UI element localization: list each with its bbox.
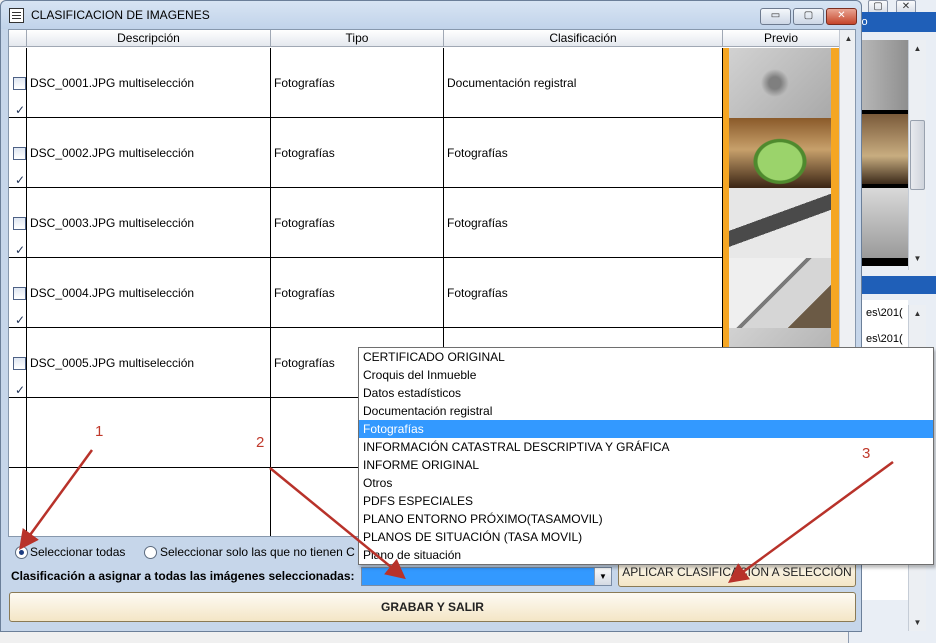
maximize-button[interactable]: ▢ [793,8,824,25]
row-checkbox-cell [9,468,27,536]
classification-dropdown: CERTIFICADO ORIGINAL Croquis del Inmueble… [358,347,934,565]
dropdown-option[interactable]: PLANO ENTORNO PRÓXIMO(TASAMOVIL) [359,510,933,528]
classification-combo[interactable]: ▼ [361,567,612,586]
dropdown-option[interactable]: Otros [359,474,933,492]
header-tipo[interactable]: Tipo [271,30,444,47]
save-and-exit-button[interactable]: GRABAR Y SALIR [9,592,856,622]
header-previo[interactable]: Previo [723,30,839,47]
cell-clasificacion[interactable]: Fotografías [444,118,723,188]
dropdown-option[interactable]: PLANOS DE SITUACIÓN (TASA MOVIL) [359,528,933,546]
table-row[interactable]: DSC_0002.JPG multiselección Fotografías … [9,118,839,188]
dropdown-option[interactable]: Plano de situación [359,546,933,564]
cell-descripcion[interactable]: DSC_0005.JPG multiselección [27,328,271,398]
row-checkbox-cell [9,398,27,468]
row-checkbox-cell [9,328,27,398]
preview-cell [723,258,839,328]
cell-tipo[interactable]: Fotografías [271,118,444,188]
row-checkbox[interactable] [13,75,26,118]
select-unclassified-radio[interactable] [144,546,157,559]
dropdown-option[interactable]: INFORME ORIGINAL [359,456,933,474]
preview-image[interactable] [729,118,831,188]
dropdown-option[interactable]: Croquis del Inmueble [359,366,933,384]
annotation-1: 1 [95,423,104,440]
row-checkbox-cell [9,188,27,258]
row-checkbox-cell [9,118,27,188]
row-checkbox-cell [9,48,27,118]
header-descripcion[interactable]: Descripción [27,30,271,47]
app-icon [9,8,24,23]
bg-scroll-thumb[interactable] [910,120,925,190]
preview-cell [723,188,839,258]
dialog-title: CLASIFICACION DE IMAGENES [31,8,210,22]
title-bar: CLASIFICACION DE IMAGENES ▭ ▢ ✕ [1,1,861,29]
bg-section-header [852,276,936,294]
row-checkbox[interactable] [13,285,26,328]
row-checkbox[interactable] [13,145,26,188]
minimize-button[interactable]: ▭ [760,8,791,25]
select-unclassified-label[interactable]: Seleccionar solo las que no tienen C [160,545,355,559]
cell-clasificacion[interactable]: Documentación registral [444,48,723,118]
annotation-2: 2 [256,434,265,451]
table-row[interactable]: DSC_0001.JPG multiselección Fotografías … [9,48,839,118]
bg-scrollbar[interactable]: ▲ ▼ [908,40,926,270]
row-checkbox-cell [9,258,27,328]
dropdown-option[interactable]: CERTIFICADO ORIGINAL [359,348,933,366]
bg-header: vo [852,12,936,32]
row-checkbox[interactable] [13,215,26,258]
preview-cell [723,48,839,118]
preview-image[interactable] [729,48,831,118]
dropdown-option[interactable]: INFORMACIÓN CATASTRAL DESCRIPTIVA Y GRÁF… [359,438,933,456]
header-clasificacion[interactable]: Clasificación [444,30,723,47]
cell-clasificacion[interactable]: Fotografías [444,258,723,328]
preview-image[interactable] [729,258,831,328]
chevron-down-icon[interactable]: ▼ [594,568,611,585]
preview-image[interactable] [729,188,831,258]
table-row[interactable]: DSC_0004.JPG multiselección Fotografías … [9,258,839,328]
preview-cell [723,118,839,188]
cell-descripcion[interactable] [27,398,271,468]
cell-descripcion[interactable]: DSC_0003.JPG multiselección [27,188,271,258]
cell-tipo[interactable]: Fotografías [271,48,444,118]
dropdown-option[interactable]: Documentación registral [359,402,933,420]
cell-descripcion[interactable] [27,468,271,536]
row-checkbox[interactable] [13,355,26,398]
dropdown-option[interactable]: Fotografías [359,420,933,438]
scroll-up-icon[interactable]: ▲ [840,30,855,47]
cell-tipo[interactable]: Fotografías [271,258,444,328]
grid-header: Descripción Tipo Clasificación Previo [9,30,839,47]
annotation-3: 3 [862,445,871,462]
cell-tipo[interactable]: Fotografías [271,188,444,258]
dropdown-option[interactable]: Datos estadísticos [359,384,933,402]
table-row[interactable]: DSC_0003.JPG multiselección Fotografías … [9,188,839,258]
header-checkbox-col [9,30,27,47]
close-button[interactable]: ✕ [826,8,857,25]
cell-clasificacion[interactable]: Fotografías [444,188,723,258]
cell-descripcion[interactable]: DSC_0002.JPG multiselección [27,118,271,188]
select-all-radio[interactable] [15,546,28,559]
dropdown-option[interactable]: PDFS ESPECIALES [359,492,933,510]
cell-descripcion[interactable]: DSC_0001.JPG multiselección [27,48,271,118]
select-all-label[interactable]: Seleccionar todas [30,545,125,559]
assign-label: Clasificación a asignar a todas las imág… [11,569,355,583]
cell-descripcion[interactable]: DSC_0004.JPG multiselección [27,258,271,328]
